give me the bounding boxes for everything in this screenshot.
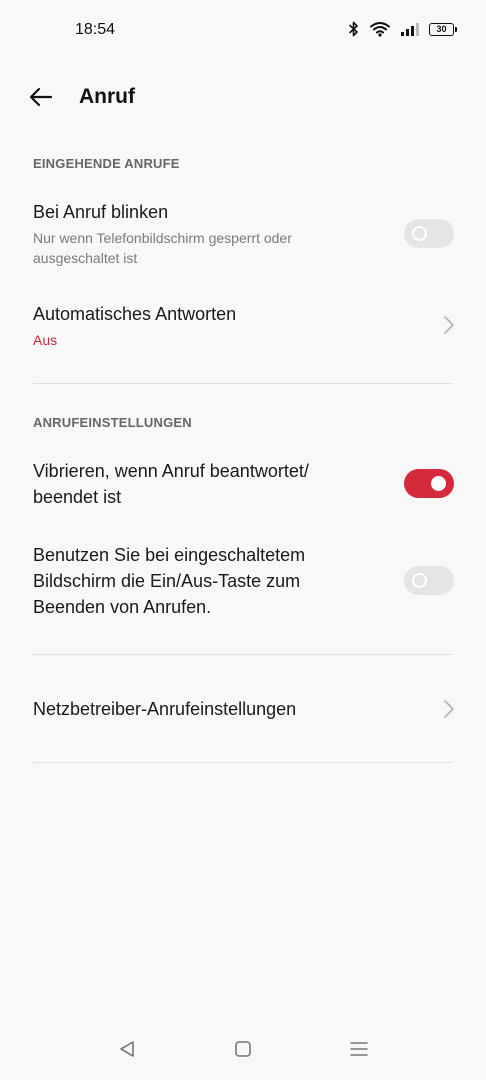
battery-icon: 30 (429, 22, 457, 36)
flash-on-call-row[interactable]: Bei Anruf blinken Nur wenn Telefonbildsc… (0, 196, 486, 276)
signal-icon (401, 23, 419, 36)
wifi-icon (370, 22, 390, 37)
flash-on-call-title: Bei Anruf blinken (33, 202, 169, 222)
power-button-end-call-row[interactable]: Benutzen Sie bei eingeschaltetem Bildsch… (0, 541, 486, 625)
status-bar: 18:54 30 (0, 0, 486, 62)
section-header-call-settings: ANRUFEINSTELLUNGEN (33, 415, 192, 430)
toggle-knob (431, 476, 446, 491)
vibrate-on-answer-title: Vibrieren, wenn Anruf beantwortet/ beend… (33, 461, 309, 507)
power-button-end-call-title: Benutzen Sie bei eingeschaltetem Bildsch… (33, 545, 306, 617)
app-header: Anruf (0, 72, 486, 122)
flash-on-call-toggle[interactable] (404, 219, 454, 248)
nav-back-button[interactable] (112, 1036, 142, 1062)
carrier-call-settings-title: Netzbetreiber-Anrufeinstellungen (33, 699, 297, 719)
system-nav-bar (0, 1018, 486, 1080)
chevron-right-icon (444, 700, 454, 718)
status-time: 18:54 (75, 21, 116, 38)
power-button-end-call-toggle[interactable] (404, 566, 454, 595)
page-title: Anruf (79, 85, 135, 108)
nav-menu-button[interactable] (344, 1036, 374, 1062)
flash-on-call-subtitle: Nur wenn Telefonbildschirm gesperrt oder… (33, 230, 292, 266)
auto-answer-title: Automatisches Antworten (33, 304, 237, 324)
back-triangle-icon (120, 1041, 134, 1057)
carrier-call-settings-row[interactable]: Netzbetreiber-Anrufeinstellungen (0, 690, 486, 730)
menu-lines-icon (350, 1042, 368, 1056)
chevron-right-icon (444, 316, 454, 334)
auto-answer-row[interactable]: Automatisches Antworten Aus (0, 298, 486, 358)
back-button[interactable] (24, 81, 58, 113)
toggle-knob (412, 573, 427, 588)
nav-home-button[interactable] (228, 1036, 258, 1062)
toggle-knob (412, 226, 427, 241)
vibrate-on-answer-row[interactable]: Vibrieren, wenn Anruf beantwortet/ beend… (0, 456, 486, 516)
divider (33, 762, 453, 763)
divider (33, 383, 453, 384)
bluetooth-icon (349, 21, 358, 37)
section-header-incoming: EINGEHENDE ANRUFE (33, 156, 180, 171)
divider (33, 654, 453, 655)
auto-answer-value: Aus (33, 332, 58, 348)
arrow-left-icon (29, 87, 53, 107)
home-square-icon (235, 1041, 251, 1057)
status-icons: 30 (348, 21, 457, 37)
vibrate-on-answer-toggle[interactable] (404, 469, 454, 498)
